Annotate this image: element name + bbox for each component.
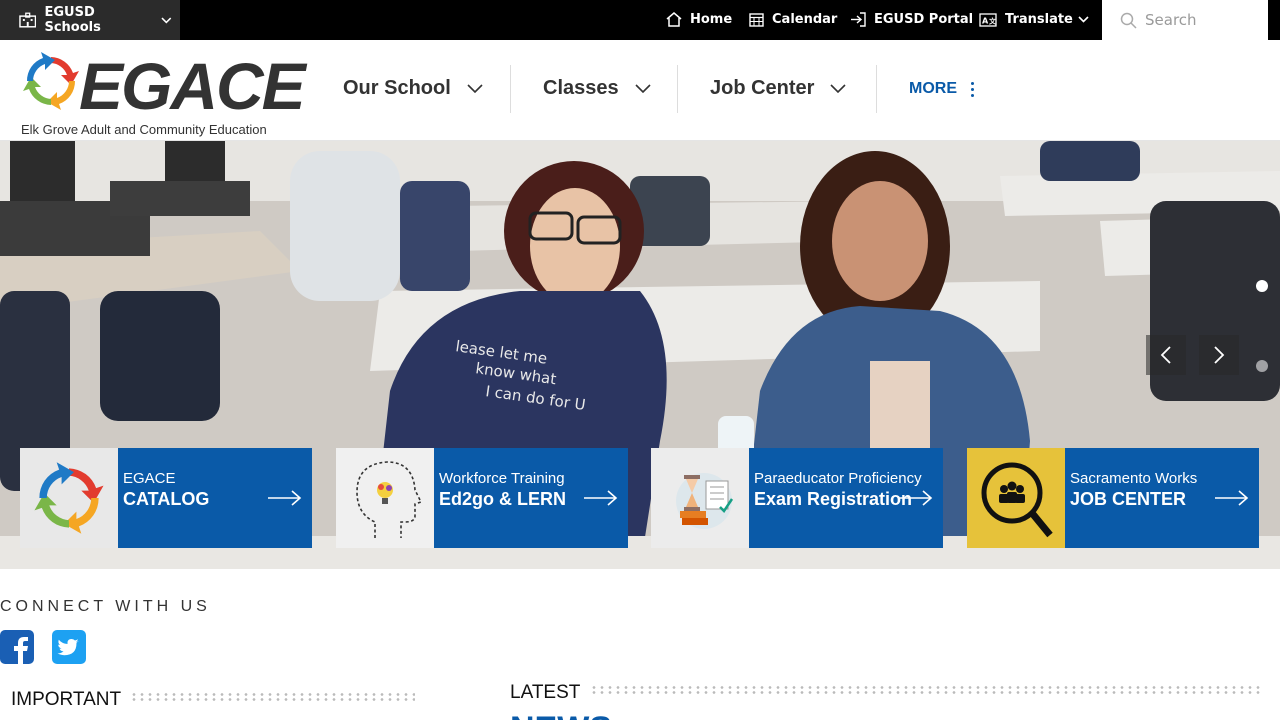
nav-divider <box>876 65 877 113</box>
home-icon <box>666 12 682 27</box>
logo-subtitle: Elk Grove Adult and Community Education <box>21 122 267 137</box>
carousel-next-button[interactable] <box>1199 335 1239 375</box>
carousel-dot-active[interactable] <box>1256 280 1268 292</box>
connect-heading: CONNECT WITH US <box>0 598 211 615</box>
chevron-down-icon <box>467 84 483 93</box>
site-header: EGACE Elk Grove Adult and Community Educ… <box>0 40 1280 141</box>
translate-icon: A 文 <box>979 12 997 27</box>
exam-hourglass-icon <box>676 473 734 529</box>
home-label: Home <box>690 12 733 27</box>
chevron-right-icon <box>1214 346 1225 364</box>
search-icon <box>1120 12 1137 29</box>
facebook-icon[interactable] <box>0 630 34 664</box>
logo-wordmark: EGACE <box>79 49 306 123</box>
chevron-down-icon <box>830 84 847 93</box>
calendar-link[interactable]: Calendar <box>749 12 837 27</box>
translate-label: Translate <box>1005 12 1073 27</box>
important-heading: IMPORTANT <box>11 689 122 710</box>
card-thumbnail <box>336 448 434 548</box>
hero-carousel: lease let me know what I can do for U EG… <box>0 141 1280 569</box>
nav-our-school[interactable]: Our School <box>343 77 483 100</box>
chevron-down-icon <box>635 84 651 93</box>
egace-cycle-logo-icon <box>23 52 79 110</box>
card-subtitle: EGACE <box>123 470 176 487</box>
chevron-left-icon <box>1160 346 1171 364</box>
vertical-dots-icon <box>971 81 974 97</box>
more-menu-button[interactable]: MORE <box>909 80 974 98</box>
nav-job-center-label: Job Center <box>710 77 815 99</box>
egusd-schools-label: EGUSD Schools <box>44 5 101 35</box>
egusd-schools-dropdown[interactable]: EGUSD Schools <box>0 0 180 40</box>
carousel-dot[interactable] <box>1256 360 1268 372</box>
head-lightbulb-icon <box>356 461 423 538</box>
carousel-prev-button[interactable] <box>1146 335 1186 375</box>
calendar-icon <box>749 13 764 27</box>
nav-divider <box>510 65 511 113</box>
more-label: MORE <box>909 80 957 97</box>
school-building-icon <box>19 12 37 28</box>
nav-classes-label: Classes <box>543 77 619 99</box>
egace-logo-icon <box>34 462 104 534</box>
arrow-right-icon <box>268 490 302 506</box>
card-subtitle: Sacramento Works <box>1070 470 1198 487</box>
home-link[interactable]: Home <box>666 12 732 27</box>
card-subtitle: Workforce Training <box>439 470 565 487</box>
chevron-down-icon <box>161 17 172 24</box>
quicklink-card-job-center[interactable]: Sacramento Works JOB CENTER <box>967 448 1259 548</box>
search-input[interactable]: Search <box>1102 0 1268 40</box>
quicklink-card-paraeducator[interactable]: Paraeducator Proficiency Exam Registrati… <box>651 448 943 548</box>
nav-divider <box>677 65 678 113</box>
card-thumbnail <box>20 448 118 548</box>
translate-dropdown[interactable]: A 文 Translate <box>979 12 1097 27</box>
svg-text:A: A <box>982 16 989 25</box>
card-thumbnail <box>651 448 749 548</box>
nav-our-school-label: Our School <box>343 77 451 99</box>
arrow-right-icon <box>584 490 618 506</box>
arrow-right-icon <box>1215 490 1249 506</box>
egusd-portal-link[interactable]: EGUSD Portal <box>850 12 973 27</box>
quicklink-card-catalog[interactable]: EGACE CATALOG <box>20 448 312 548</box>
twitter-icon[interactable] <box>52 630 86 664</box>
card-thumbnail <box>967 448 1065 548</box>
chevron-down-icon <box>1078 16 1089 23</box>
card-subtitle: Paraeducator Proficiency <box>754 470 922 487</box>
magnifier-people-icon <box>981 462 1053 538</box>
svg-text:文: 文 <box>989 16 997 25</box>
utility-bar: EGUSD Schools Home Calendar EGUSD Portal <box>0 0 1280 40</box>
sign-in-icon <box>851 12 866 27</box>
quicklink-card-workforce[interactable]: Workforce Training Ed2go & LERN <box>336 448 628 548</box>
nav-classes[interactable]: Classes <box>543 77 651 100</box>
nav-job-center[interactable]: Job Center <box>710 77 847 100</box>
arrow-right-icon <box>899 490 933 506</box>
search-placeholder: Search <box>1145 11 1197 29</box>
latest-heading: LATEST <box>510 682 581 703</box>
dotted-divider <box>590 685 1262 695</box>
dotted-divider <box>130 692 415 702</box>
news-heading: NEWS <box>510 712 612 720</box>
egusd-portal-label: EGUSD Portal <box>874 12 974 27</box>
calendar-label: Calendar <box>772 12 838 27</box>
